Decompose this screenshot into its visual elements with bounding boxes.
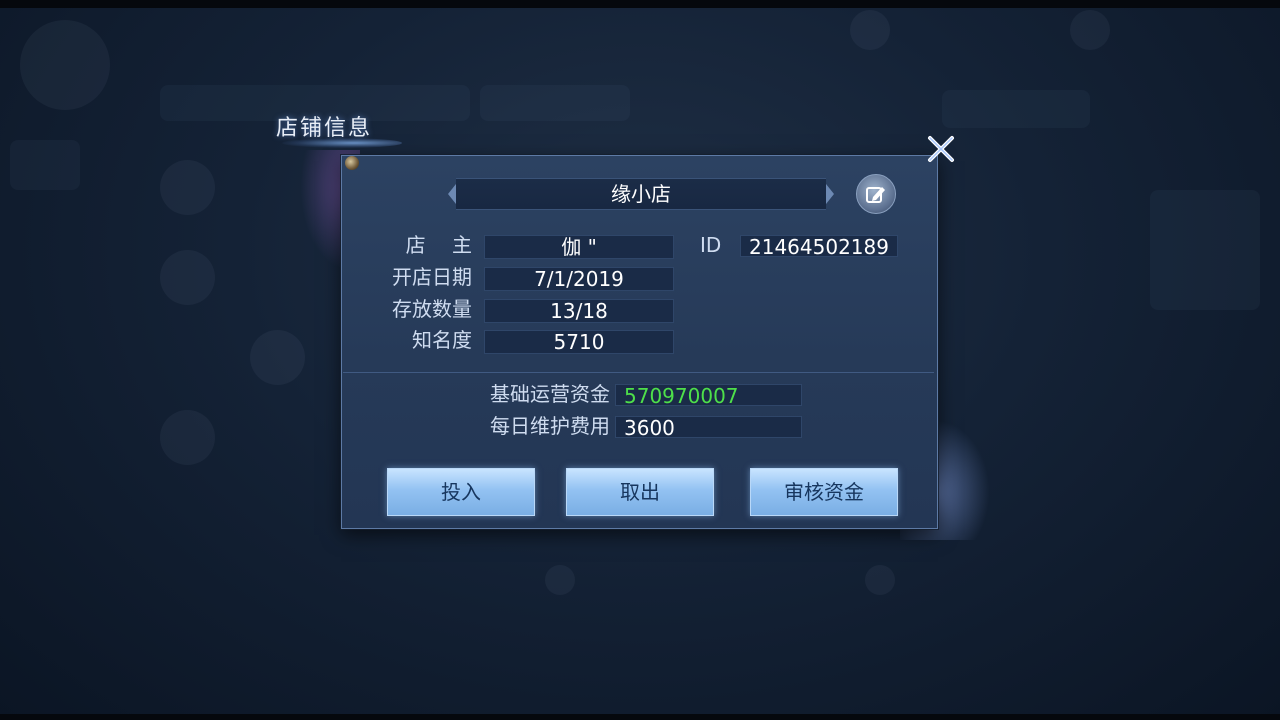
bottom-edge xyxy=(0,714,1280,720)
withdraw-button[interactable]: 取出 xyxy=(566,468,714,516)
storage-value: 13/18 xyxy=(484,299,674,323)
id-label: ID xyxy=(700,233,722,257)
base-funds-label: 基础运营资金 xyxy=(490,382,610,406)
daily-fee-label: 每日维护费用 xyxy=(490,414,610,438)
background-decoration xyxy=(20,20,110,110)
background-decoration xyxy=(1070,10,1110,50)
base-funds-value: 570970007 xyxy=(615,384,802,407)
edit-name-button[interactable] xyxy=(856,174,896,214)
shop-name-bar: 缘小店 xyxy=(448,178,834,210)
daily-fee-value: 3600 xyxy=(615,416,802,439)
section-divider xyxy=(343,372,934,373)
background-decoration xyxy=(480,85,630,121)
bar-cap-left xyxy=(448,184,456,204)
background-decoration xyxy=(160,250,215,305)
bar-cap-right xyxy=(826,184,834,204)
background-decoration xyxy=(160,160,215,215)
shop-name: 缘小店 xyxy=(611,182,671,206)
fame-label: 知名度 xyxy=(412,328,472,352)
background-decoration xyxy=(250,330,305,385)
fame-value: 5710 xyxy=(484,330,674,354)
background-decoration xyxy=(942,90,1090,128)
pin-icon xyxy=(345,156,359,170)
deposit-button[interactable]: 投入 xyxy=(387,468,535,516)
owner-label: 店 主 xyxy=(405,233,472,257)
background-decoration xyxy=(865,565,895,595)
storage-label: 存放数量 xyxy=(392,297,472,321)
top-edge xyxy=(0,0,1280,8)
edit-icon xyxy=(866,187,885,203)
background-decoration xyxy=(1150,190,1260,310)
id-value: 21464502189 xyxy=(740,235,898,258)
background-decoration xyxy=(10,140,80,190)
open-date-value: 7/1/2019 xyxy=(484,267,674,291)
background-decoration xyxy=(850,10,890,50)
background-decoration xyxy=(545,565,575,595)
close-icon xyxy=(928,136,954,162)
title-decoration xyxy=(282,138,402,148)
close-button[interactable] xyxy=(924,132,958,166)
background-decoration xyxy=(160,410,215,465)
owner-value: 伽 " xyxy=(484,235,674,259)
open-date-label: 开店日期 xyxy=(392,265,472,289)
audit-funds-button[interactable]: 审核资金 xyxy=(750,468,898,516)
